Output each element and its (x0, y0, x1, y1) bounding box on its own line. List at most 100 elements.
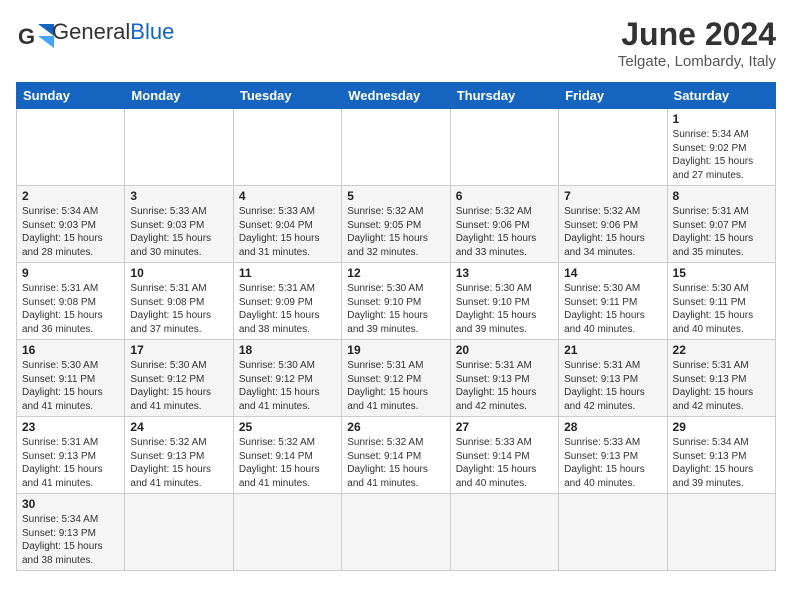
day-info: Sunrise: 5:31 AM Sunset: 9:13 PM Dayligh… (673, 359, 770, 413)
calendar-cell: 19Sunrise: 5:31 AM Sunset: 9:12 PM Dayli… (342, 340, 450, 417)
day-info: Sunrise: 5:34 AM Sunset: 9:03 PM Dayligh… (22, 205, 119, 259)
day-number: 25 (239, 420, 336, 434)
calendar-cell: 1Sunrise: 5:34 AM Sunset: 9:02 PM Daylig… (667, 109, 775, 186)
header: G GeneralBlue June 2024 Telgate, Lombard… (16, 16, 776, 70)
day-number: 29 (673, 420, 770, 434)
title-area: June 2024 Telgate, Lombardy, Italy (618, 16, 776, 70)
day-info: Sunrise: 5:32 AM Sunset: 9:14 PM Dayligh… (347, 436, 444, 490)
day-number: 19 (347, 343, 444, 357)
day-number: 30 (22, 497, 119, 511)
day-number: 18 (239, 343, 336, 357)
day-info: Sunrise: 5:32 AM Sunset: 9:06 PM Dayligh… (456, 205, 553, 259)
calendar-cell (342, 494, 450, 571)
calendar-cell (125, 109, 233, 186)
day-info: Sunrise: 5:30 AM Sunset: 9:11 PM Dayligh… (22, 359, 119, 413)
logo-text: GeneralBlue (52, 21, 174, 44)
calendar-subtitle: Telgate, Lombardy, Italy (618, 53, 776, 70)
day-info: Sunrise: 5:32 AM Sunset: 9:13 PM Dayligh… (130, 436, 227, 490)
calendar-table: SundayMondayTuesdayWednesdayThursdayFrid… (16, 82, 776, 571)
day-info: Sunrise: 5:31 AM Sunset: 9:13 PM Dayligh… (564, 359, 661, 413)
calendar-cell: 15 Sunrise: 5:30 AM Sunset: 9:11 PM Dayli… (667, 263, 775, 340)
day-number: 12 (347, 266, 444, 280)
day-info: Sunrise: 5:30 AM Sunset: 9:11 PM Dayligh… (673, 282, 770, 336)
day-number: 8 (673, 189, 770, 203)
day-of-week-thursday: Thursday (450, 83, 558, 109)
calendar-cell (450, 494, 558, 571)
calendar-cell: 11 Sunrise: 5:31 AM Sunset: 9:09 PM Dayli… (233, 263, 341, 340)
day-info: Sunrise: 5:34 AM Sunset: 9:13 PM Dayligh… (673, 436, 770, 490)
calendar-cell: 30Sunrise: 5:34 AM Sunset: 9:13 PM Dayli… (17, 494, 125, 571)
calendar-cell: 14Sunrise: 5:30 AM Sunset: 9:11 PM Dayli… (559, 263, 667, 340)
day-number: 24 (130, 420, 227, 434)
calendar-cell: 7 Sunrise: 5:32 AM Sunset: 9:06 PM Daylig… (559, 186, 667, 263)
day-info: Sunrise: 5:31 AM Sunset: 9:09 PM Dayligh… (239, 282, 336, 336)
calendar-cell: 17Sunrise: 5:30 AM Sunset: 9:12 PM Dayli… (125, 340, 233, 417)
calendar-cell: 5Sunrise: 5:32 AM Sunset: 9:05 PM Daylig… (342, 186, 450, 263)
day-number: 15 (673, 266, 770, 280)
day-info: Sunrise: 5:32 AM Sunset: 9:06 PM Dayligh… (564, 205, 661, 259)
calendar-cell (667, 494, 775, 571)
calendar-cell: 4 Sunrise: 5:33 AM Sunset: 9:04 PM Daylig… (233, 186, 341, 263)
calendar-cell: 20Sunrise: 5:31 AM Sunset: 9:13 PM Dayli… (450, 340, 558, 417)
day-number: 27 (456, 420, 553, 434)
calendar-title: June 2024 (618, 16, 776, 53)
day-number: 2 (22, 189, 119, 203)
calendar-cell (125, 494, 233, 571)
day-info: Sunrise: 5:33 AM Sunset: 9:03 PM Dayligh… (130, 205, 227, 259)
calendar-cell (559, 494, 667, 571)
day-info: Sunrise: 5:30 AM Sunset: 9:12 PM Dayligh… (130, 359, 227, 413)
calendar-week-2: 2 Sunrise: 5:34 AM Sunset: 9:03 PM Daylig… (17, 186, 776, 263)
calendar-cell (450, 109, 558, 186)
calendar-cell: 26 Sunrise: 5:32 AM Sunset: 9:14 PM Dayli… (342, 417, 450, 494)
calendar-cell: 3 Sunrise: 5:33 AM Sunset: 9:03 PM Daylig… (125, 186, 233, 263)
day-number: 22 (673, 343, 770, 357)
day-info: Sunrise: 5:31 AM Sunset: 9:08 PM Dayligh… (130, 282, 227, 336)
calendar-cell: 13Sunrise: 5:30 AM Sunset: 9:10 PM Dayli… (450, 263, 558, 340)
calendar-cell (17, 109, 125, 186)
calendar-cell: 16 Sunrise: 5:30 AM Sunset: 9:11 PM Dayli… (17, 340, 125, 417)
day-number: 23 (22, 420, 119, 434)
calendar-cell: 10 Sunrise: 5:31 AM Sunset: 9:08 PM Dayli… (125, 263, 233, 340)
day-number: 6 (456, 189, 553, 203)
day-of-week-sunday: Sunday (17, 83, 125, 109)
day-info: Sunrise: 5:30 AM Sunset: 9:10 PM Dayligh… (456, 282, 553, 336)
calendar-cell (342, 109, 450, 186)
day-number: 5 (347, 189, 444, 203)
day-number: 3 (130, 189, 227, 203)
day-number: 10 (130, 266, 227, 280)
calendar-header-row: SundayMondayTuesdayWednesdayThursdayFrid… (17, 83, 776, 109)
calendar-cell: 8Sunrise: 5:31 AM Sunset: 9:07 PM Daylig… (667, 186, 775, 263)
day-info: Sunrise: 5:30 AM Sunset: 9:12 PM Dayligh… (239, 359, 336, 413)
day-of-week-tuesday: Tuesday (233, 83, 341, 109)
calendar-cell: 21Sunrise: 5:31 AM Sunset: 9:13 PM Dayli… (559, 340, 667, 417)
calendar-cell (559, 109, 667, 186)
day-number: 16 (22, 343, 119, 357)
day-of-week-saturday: Saturday (667, 83, 775, 109)
day-info: Sunrise: 5:33 AM Sunset: 9:14 PM Dayligh… (456, 436, 553, 490)
logo: G GeneralBlue (16, 16, 174, 48)
day-number: 4 (239, 189, 336, 203)
calendar-cell (233, 494, 341, 571)
calendar-cell (233, 109, 341, 186)
calendar-cell: 6 Sunrise: 5:32 AM Sunset: 9:06 PM Daylig… (450, 186, 558, 263)
day-of-week-friday: Friday (559, 83, 667, 109)
calendar-cell: 23Sunrise: 5:31 AM Sunset: 9:13 PM Dayli… (17, 417, 125, 494)
day-number: 28 (564, 420, 661, 434)
day-info: Sunrise: 5:33 AM Sunset: 9:04 PM Dayligh… (239, 205, 336, 259)
logo-icon: G (16, 16, 48, 48)
calendar-week-5: 23Sunrise: 5:31 AM Sunset: 9:13 PM Dayli… (17, 417, 776, 494)
day-of-week-wednesday: Wednesday (342, 83, 450, 109)
day-info: Sunrise: 5:30 AM Sunset: 9:10 PM Dayligh… (347, 282, 444, 336)
calendar-cell: 12 Sunrise: 5:30 AM Sunset: 9:10 PM Dayli… (342, 263, 450, 340)
day-number: 26 (347, 420, 444, 434)
svg-text:G: G (18, 24, 35, 49)
calendar-week-4: 16 Sunrise: 5:30 AM Sunset: 9:11 PM Dayli… (17, 340, 776, 417)
day-number: 11 (239, 266, 336, 280)
day-of-week-monday: Monday (125, 83, 233, 109)
calendar-cell: 27 Sunrise: 5:33 AM Sunset: 9:14 PM Dayli… (450, 417, 558, 494)
day-info: Sunrise: 5:32 AM Sunset: 9:14 PM Dayligh… (239, 436, 336, 490)
calendar-cell: 18 Sunrise: 5:30 AM Sunset: 9:12 PM Dayli… (233, 340, 341, 417)
calendar-cell: 9Sunrise: 5:31 AM Sunset: 9:08 PM Daylig… (17, 263, 125, 340)
day-number: 7 (564, 189, 661, 203)
day-number: 14 (564, 266, 661, 280)
